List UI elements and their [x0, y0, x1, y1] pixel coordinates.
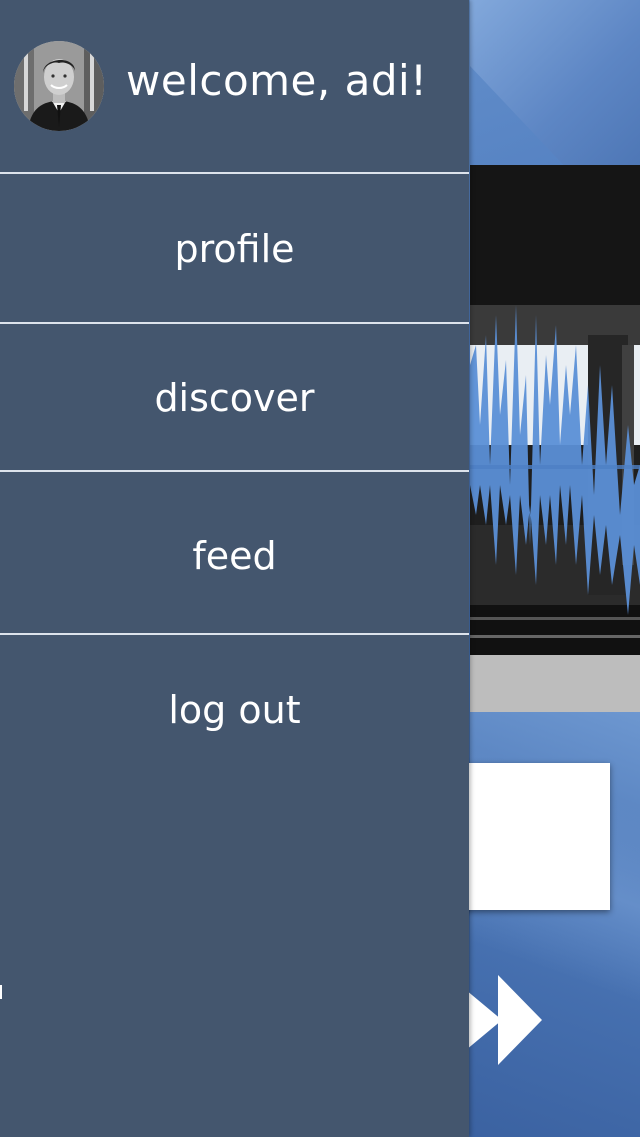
- waveform-photo: [470, 165, 640, 712]
- menu-item-feed[interactable]: feed: [0, 476, 469, 636]
- app-screen: welcome, adi! profile discover feed log …: [0, 0, 640, 1137]
- menu-item-label: feed: [192, 534, 277, 578]
- menu-item-log-out[interactable]: log out: [0, 636, 469, 784]
- menu-item-label: log out: [168, 688, 301, 732]
- content-card[interactable]: [462, 763, 610, 910]
- menu-divider: [0, 322, 469, 324]
- menu-divider: [0, 470, 469, 472]
- fast-forward-icon[interactable]: [466, 975, 546, 1065]
- menu-divider: [0, 633, 469, 635]
- drawer-header: welcome, adi!: [0, 0, 469, 173]
- edge-handle[interactable]: [0, 985, 2, 999]
- menu-item-label: discover: [154, 375, 315, 420]
- menu-item-profile[interactable]: profile: [0, 176, 469, 322]
- user-avatar[interactable]: [14, 41, 104, 131]
- menu-divider: [0, 172, 469, 174]
- side-drawer: welcome, adi! profile discover feed log …: [0, 0, 469, 1137]
- menu-item-label: profile: [174, 227, 295, 271]
- welcome-greeting: welcome, adi!: [126, 56, 428, 105]
- menu-item-discover[interactable]: discover: [0, 325, 469, 470]
